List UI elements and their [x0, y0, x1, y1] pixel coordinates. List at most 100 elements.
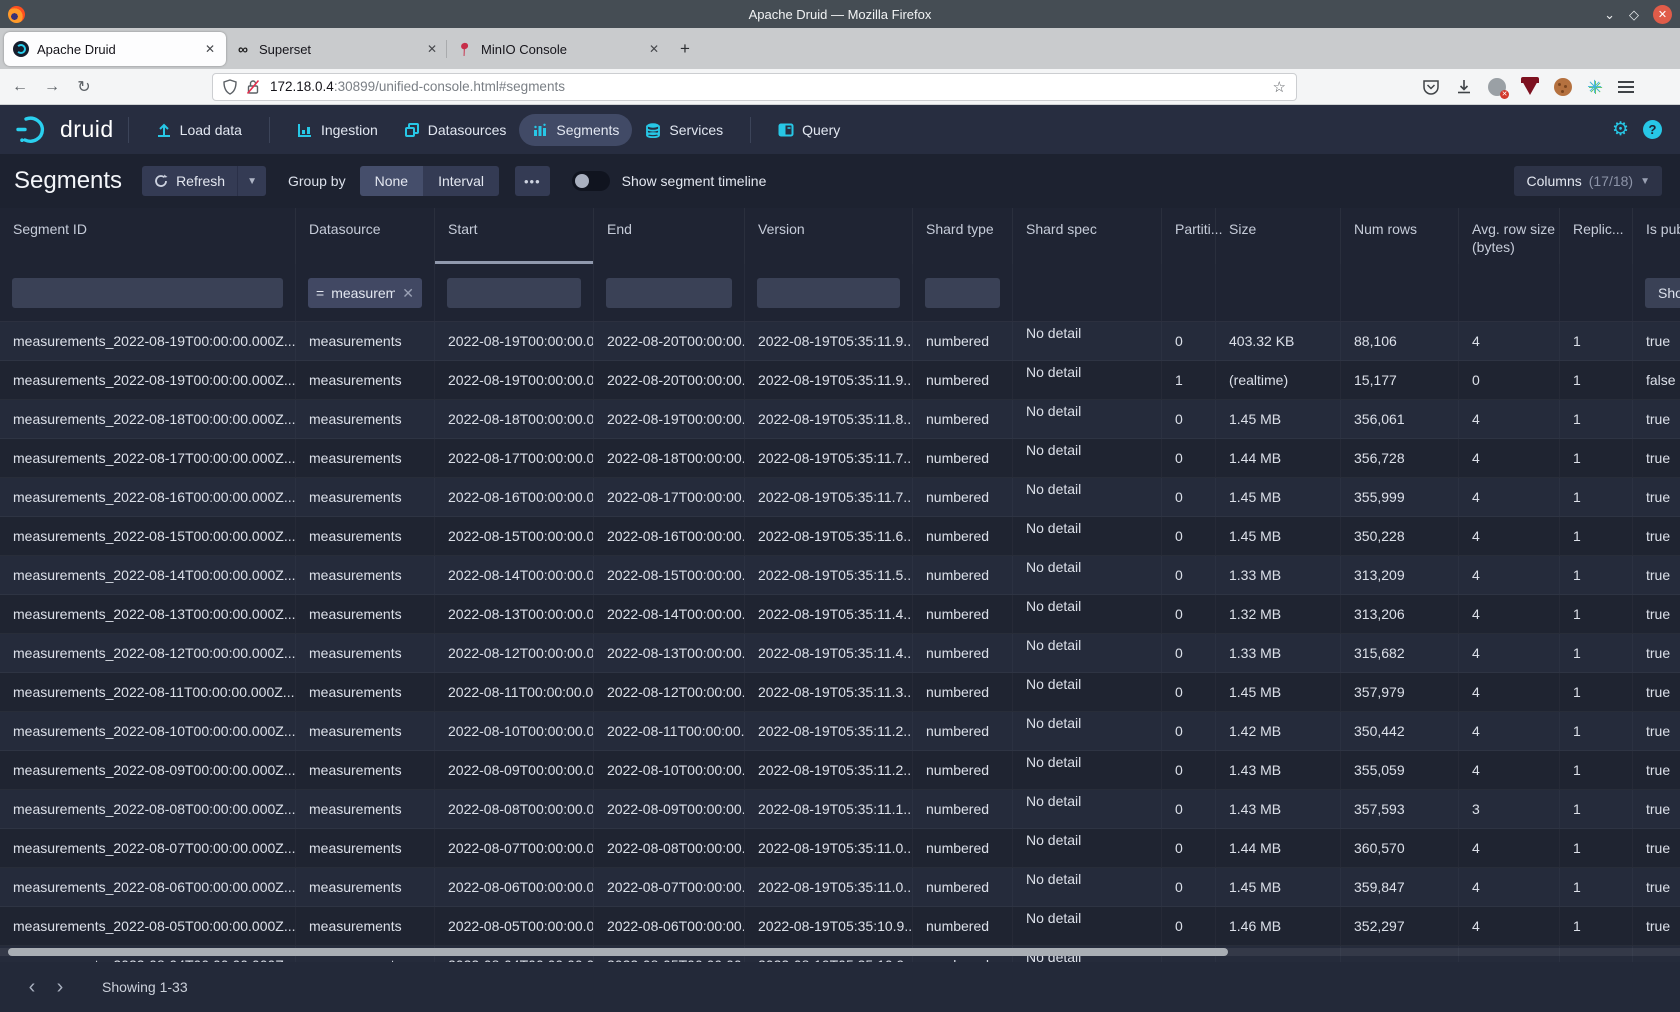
menu-icon[interactable]	[1618, 78, 1634, 96]
cell-partiti: 0	[1162, 907, 1216, 945]
table-row[interactable]: measurements_2022-08-14T00:00:00.000Z...…	[0, 556, 1680, 595]
shield-icon[interactable]	[223, 79, 237, 95]
cell-end: 2022-08-20T00:00:00.0...	[594, 322, 745, 360]
tab-close-icon[interactable]: ✕	[425, 42, 439, 56]
clear-filter-icon[interactable]: ✕	[402, 285, 414, 302]
filter-input-segment-id[interactable]	[12, 278, 283, 308]
next-page-button[interactable]: ›	[46, 976, 74, 999]
table-row[interactable]: measurements_2022-08-17T00:00:00.000Z...…	[0, 439, 1680, 478]
column-header-datasource[interactable]: Datasource	[296, 208, 435, 264]
refresh-button[interactable]: Refresh	[142, 166, 237, 196]
column-header-num-rows[interactable]: Num rows	[1341, 208, 1459, 264]
filter-input-end[interactable]	[606, 278, 732, 308]
column-header-start[interactable]: Start	[435, 208, 594, 264]
table-row[interactable]: measurements_2022-08-15T00:00:00.000Z...…	[0, 517, 1680, 556]
table-row[interactable]: measurements_2022-08-16T00:00:00.000Z...…	[0, 478, 1680, 517]
cell-avg-row-size-bytes: 4	[1459, 907, 1560, 945]
forward-icon[interactable]: →	[36, 78, 68, 96]
minimize-icon[interactable]: ⌄	[1604, 8, 1615, 21]
column-header-version[interactable]: Version	[745, 208, 913, 264]
table-row[interactable]: measurements_2022-08-11T00:00:00.000Z...…	[0, 673, 1680, 712]
filter-input-version[interactable]	[757, 278, 900, 308]
column-header-shard-spec[interactable]: Shard spec	[1013, 208, 1162, 264]
scrollbar-thumb[interactable]	[8, 948, 1228, 956]
nav-item-segments[interactable]: Segments	[519, 114, 632, 146]
table-row[interactable]: measurements_2022-08-10T00:00:00.000Z...…	[0, 712, 1680, 751]
ublock-origin-icon[interactable]	[1521, 79, 1539, 95]
help-icon[interactable]: ?	[1643, 120, 1662, 139]
column-header-size[interactable]: Size	[1216, 208, 1341, 264]
filter-input-shard-type[interactable]	[925, 278, 1000, 308]
segment-timeline-toggle[interactable]	[572, 171, 610, 191]
table-row[interactable]: measurements_2022-08-19T00:00:00.000Z...…	[0, 361, 1680, 400]
nav-item-ingestion[interactable]: Ingestion	[284, 114, 391, 146]
table-row[interactable]: measurements_2022-08-07T00:00:00.000Z...…	[0, 829, 1680, 868]
datasource-filter-chip[interactable]: =measureme✕	[308, 278, 422, 308]
cell-replic: 1	[1560, 829, 1633, 867]
url-bar[interactable]: 172.18.0.4:30899/unified-console.html#se…	[212, 73, 1297, 101]
nav-item-load-data[interactable]: Load data	[143, 114, 255, 146]
column-header-segment-id[interactable]: Segment ID	[0, 208, 296, 264]
asterisk-extension-icon[interactable]: ✳	[1587, 78, 1602, 96]
cell-num-rows: 356,061	[1341, 400, 1459, 438]
pocket-icon[interactable]	[1422, 78, 1440, 96]
download-icon[interactable]	[1455, 78, 1473, 96]
table-row[interactable]: measurements_2022-08-12T00:00:00.000Z...…	[0, 634, 1680, 673]
horizontal-scrollbar[interactable]	[0, 948, 1680, 956]
reload-icon[interactable]: ↻	[68, 77, 100, 97]
table-row[interactable]: measurements_2022-08-09T00:00:00.000Z...…	[0, 751, 1680, 790]
maximize-icon[interactable]: ◇	[1629, 8, 1639, 21]
filter-input-start[interactable]	[447, 278, 581, 308]
cell-partiti: 0	[1162, 439, 1216, 477]
column-header-end[interactable]: End	[594, 208, 745, 264]
column-header-label: End	[607, 221, 632, 237]
url-host: 172.18.0.4	[270, 79, 334, 94]
url-text: 172.18.0.4:30899/unified-console.html#se…	[270, 79, 1273, 94]
column-header-partiti[interactable]: Partiti...	[1162, 208, 1216, 264]
refresh-dropdown-button[interactable]: ▼	[237, 166, 266, 196]
back-icon[interactable]: ←	[4, 78, 36, 96]
bookmark-star-icon[interactable]: ☆	[1273, 78, 1286, 96]
nav-item-services[interactable]: Services	[632, 114, 736, 146]
group-by-none-button[interactable]: None	[360, 166, 423, 196]
nav-item-datasources[interactable]: Datasources	[391, 114, 520, 146]
column-header-shard-type[interactable]: Shard type	[913, 208, 1013, 264]
table-row[interactable]: measurements_2022-08-19T00:00:00.000Z...…	[0, 322, 1680, 361]
cell-datasource: measurements	[296, 400, 435, 438]
table-row[interactable]: measurements_2022-08-08T00:00:00.000Z...…	[0, 790, 1680, 829]
group-by-interval-button[interactable]: Interval	[423, 166, 499, 196]
more-options-button[interactable]: •••	[515, 166, 550, 196]
is-published-filter-button[interactable]: Show	[1645, 278, 1680, 308]
nav-item-query[interactable]: Query	[765, 114, 853, 146]
column-header-is-published[interactable]: Is published	[1633, 208, 1680, 264]
cookie-extension-icon[interactable]	[1554, 78, 1572, 96]
tab-close-icon[interactable]: ✕	[203, 42, 217, 56]
cell-size: 1.45 MB	[1216, 478, 1341, 516]
cell-datasource: measurements	[296, 361, 435, 399]
cell-size: 1.45 MB	[1216, 673, 1341, 711]
insecure-lock-icon[interactable]	[246, 79, 260, 95]
table-row[interactable]: measurements_2022-08-05T00:00:00.000Z...…	[0, 907, 1680, 946]
table-row[interactable]: measurements_2022-08-18T00:00:00.000Z...…	[0, 400, 1680, 439]
cell-datasource: measurements	[296, 517, 435, 555]
cell-num-rows: 352,297	[1341, 907, 1459, 945]
tab-close-icon[interactable]: ✕	[647, 42, 661, 56]
column-header-replic[interactable]: Replic...	[1560, 208, 1633, 264]
cell-segment-id: measurements_2022-08-19T00:00:00.000Z...	[0, 361, 296, 399]
table-row[interactable]: measurements_2022-08-06T00:00:00.000Z...…	[0, 868, 1680, 907]
gear-icon[interactable]: ⚙	[1612, 118, 1629, 141]
tab-superset[interactable]: ∞ Superset ✕	[226, 32, 448, 66]
cell-partiti: 0	[1162, 829, 1216, 867]
columns-button[interactable]: Columns (17/18) ▼	[1514, 166, 1662, 196]
column-header-label: Replic...	[1573, 221, 1624, 237]
tab-apache-druid[interactable]: Apache Druid ✕	[4, 32, 226, 66]
new-tab-button[interactable]: +	[670, 34, 700, 64]
cell-replic: 1	[1560, 439, 1633, 477]
tab-minio-console[interactable]: MinIO Console ✕	[448, 32, 670, 66]
prev-page-button[interactable]: ‹	[18, 976, 46, 999]
extension-bird-icon[interactable]	[1488, 78, 1506, 96]
column-header-avg-row-size-bytes[interactable]: Avg. row size (bytes)	[1459, 208, 1560, 264]
druid-logo[interactable]: druid	[16, 115, 114, 145]
close-icon[interactable]: ✕	[1653, 5, 1672, 24]
table-row[interactable]: measurements_2022-08-13T00:00:00.000Z...…	[0, 595, 1680, 634]
